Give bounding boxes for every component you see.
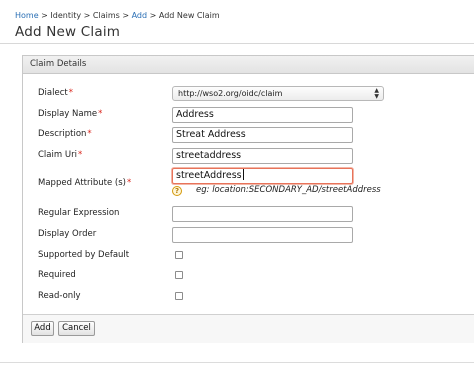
title-divider	[0, 43, 474, 44]
required-marker: *	[98, 109, 103, 119]
breadcrumb-claims: Claims	[92, 11, 120, 20]
description-input[interactable]: Streat Address	[172, 127, 353, 143]
read-only-label: Read-only	[38, 291, 81, 301]
display-name-row: Display Name* Address	[38, 107, 458, 123]
breadcrumb-separator: >	[122, 11, 130, 20]
select-arrows-icon: ▲ ▼	[374, 87, 379, 100]
required-checkbox[interactable]	[175, 271, 183, 279]
button-bar: Add Cancel	[23, 314, 474, 343]
description-row: Description* Streat Address	[38, 127, 458, 143]
regular-expression-input[interactable]	[172, 206, 353, 222]
breadcrumb-separator: >	[41, 11, 48, 20]
mapped-attribute-value: streetAddress	[176, 170, 242, 181]
mapped-attribute-hint-text: eg: location:SECONDARY_AD/streetAddress	[196, 185, 381, 195]
mapped-attribute-row: Mapped Attribute (s)* streetAddress ? eg:…	[38, 168, 458, 200]
display-order-row: Display Order	[38, 227, 458, 243]
required-label: Required	[38, 270, 76, 280]
required-marker: *	[87, 129, 92, 139]
read-only-checkbox[interactable]	[175, 292, 183, 300]
add-button[interactable]: Add	[31, 321, 54, 336]
page-title: Add New Claim	[15, 24, 121, 40]
dialect-select-value: http://wso2.org/oidc/claim	[178, 89, 283, 98]
dialect-select[interactable]: http://wso2.org/oidc/claim ▲ ▼	[172, 86, 384, 101]
read-only-row: Read-only	[38, 289, 458, 305]
supported-by-default-row: Supported by Default	[38, 248, 458, 264]
display-name-input[interactable]: Address	[172, 107, 353, 123]
display-order-label: Display Order	[38, 229, 97, 239]
required-marker: *	[126, 178, 132, 188]
dialect-label: Dialect*	[38, 88, 73, 98]
required-marker: *	[77, 150, 83, 160]
breadcrumb-home-link[interactable]: Home	[15, 11, 39, 20]
regular-expression-label: Regular Expression	[38, 208, 120, 218]
breadcrumb-add-link[interactable]: Add	[132, 11, 148, 20]
mapped-attribute-input[interactable]: streetAddress	[172, 168, 353, 184]
claim-uri-row: Claim Uri* streetaddress	[38, 148, 458, 164]
text-cursor	[242, 169, 244, 180]
breadcrumb-current: Add New Claim	[158, 11, 220, 20]
display-name-label: Display Name*	[38, 109, 103, 119]
breadcrumb-separator: >	[149, 11, 157, 20]
claim-details-panel: Claim Details Dialect* http://wso2.org/o…	[22, 55, 474, 343]
supported-by-default-checkbox[interactable]	[175, 251, 183, 259]
claim-uri-input[interactable]: streetaddress	[172, 148, 353, 164]
required-marker: *	[68, 88, 73, 98]
footer-divider	[0, 362, 474, 363]
panel-header: Claim Details	[23, 56, 474, 74]
description-label: Description*	[38, 129, 92, 139]
claim-uri-label: Claim Uri*	[38, 150, 83, 160]
help-icon[interactable]: ?	[172, 186, 182, 196]
breadcrumb-separator: >	[83, 11, 91, 20]
mapped-attribute-label: Mapped Attribute (s)*	[38, 178, 132, 188]
cancel-button[interactable]: Cancel	[58, 321, 95, 336]
dialect-row: Dialect* http://wso2.org/oidc/claim ▲ ▼	[38, 86, 458, 102]
supported-by-default-label: Supported by Default	[38, 250, 130, 260]
mapped-attribute-hint: ? eg: location:SECONDARY_AD/streetAddress	[172, 185, 381, 196]
breadcrumb: Home > Identity > Claims > Add > Add New…	[15, 11, 220, 20]
regular-expression-row: Regular Expression	[38, 206, 458, 222]
breadcrumb-identity: Identity	[50, 11, 82, 20]
display-order-input[interactable]	[172, 227, 353, 243]
required-row: Required	[38, 268, 458, 284]
